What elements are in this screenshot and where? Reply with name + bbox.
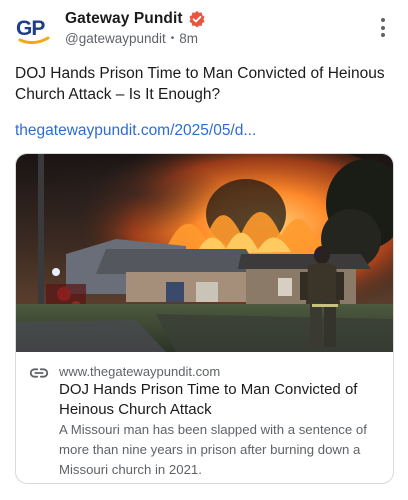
card-title[interactable]: DOJ Hands Prison Time to Man Convicted o…	[59, 380, 379, 420]
meta-separator: •	[170, 33, 175, 44]
post-text: DOJ Hands Prison Time to Man Convicted o…	[15, 65, 385, 103]
social-post: GP Gateway Pundit @gatewaypundit • 8m DO…	[0, 0, 408, 500]
card-description: A Missouri man has been slapped with a s…	[59, 422, 367, 477]
card-body[interactable]: www.thegatewaypundit.com DOJ Hands Priso…	[16, 352, 393, 483]
link-preview-card[interactable]: www.thegatewaypundit.com DOJ Hands Priso…	[15, 153, 394, 484]
card-domain: www.thegatewaypundit.com	[59, 364, 221, 379]
author-name-row: Gateway Pundit	[65, 10, 206, 28]
author-handle[interactable]: @gatewaypundit	[65, 31, 166, 46]
post-timestamp[interactable]: 8m	[179, 31, 198, 46]
svg-text:GP: GP	[16, 17, 45, 40]
link-icon	[28, 365, 50, 381]
card-image[interactable]	[16, 154, 393, 352]
verified-badge-icon	[188, 10, 206, 28]
gp-logo: GP	[16, 17, 50, 45]
author-display-name[interactable]: Gateway Pundit	[65, 10, 183, 28]
post-header: GP Gateway Pundit @gatewaypundit • 8m	[14, 8, 394, 52]
author-meta: @gatewaypundit • 8m	[65, 31, 198, 46]
post-link[interactable]: thegatewaypundit.com/2025/05/d...	[15, 120, 395, 141]
avatar[interactable]: GP	[14, 10, 54, 50]
more-vertical-icon[interactable]	[378, 18, 388, 42]
